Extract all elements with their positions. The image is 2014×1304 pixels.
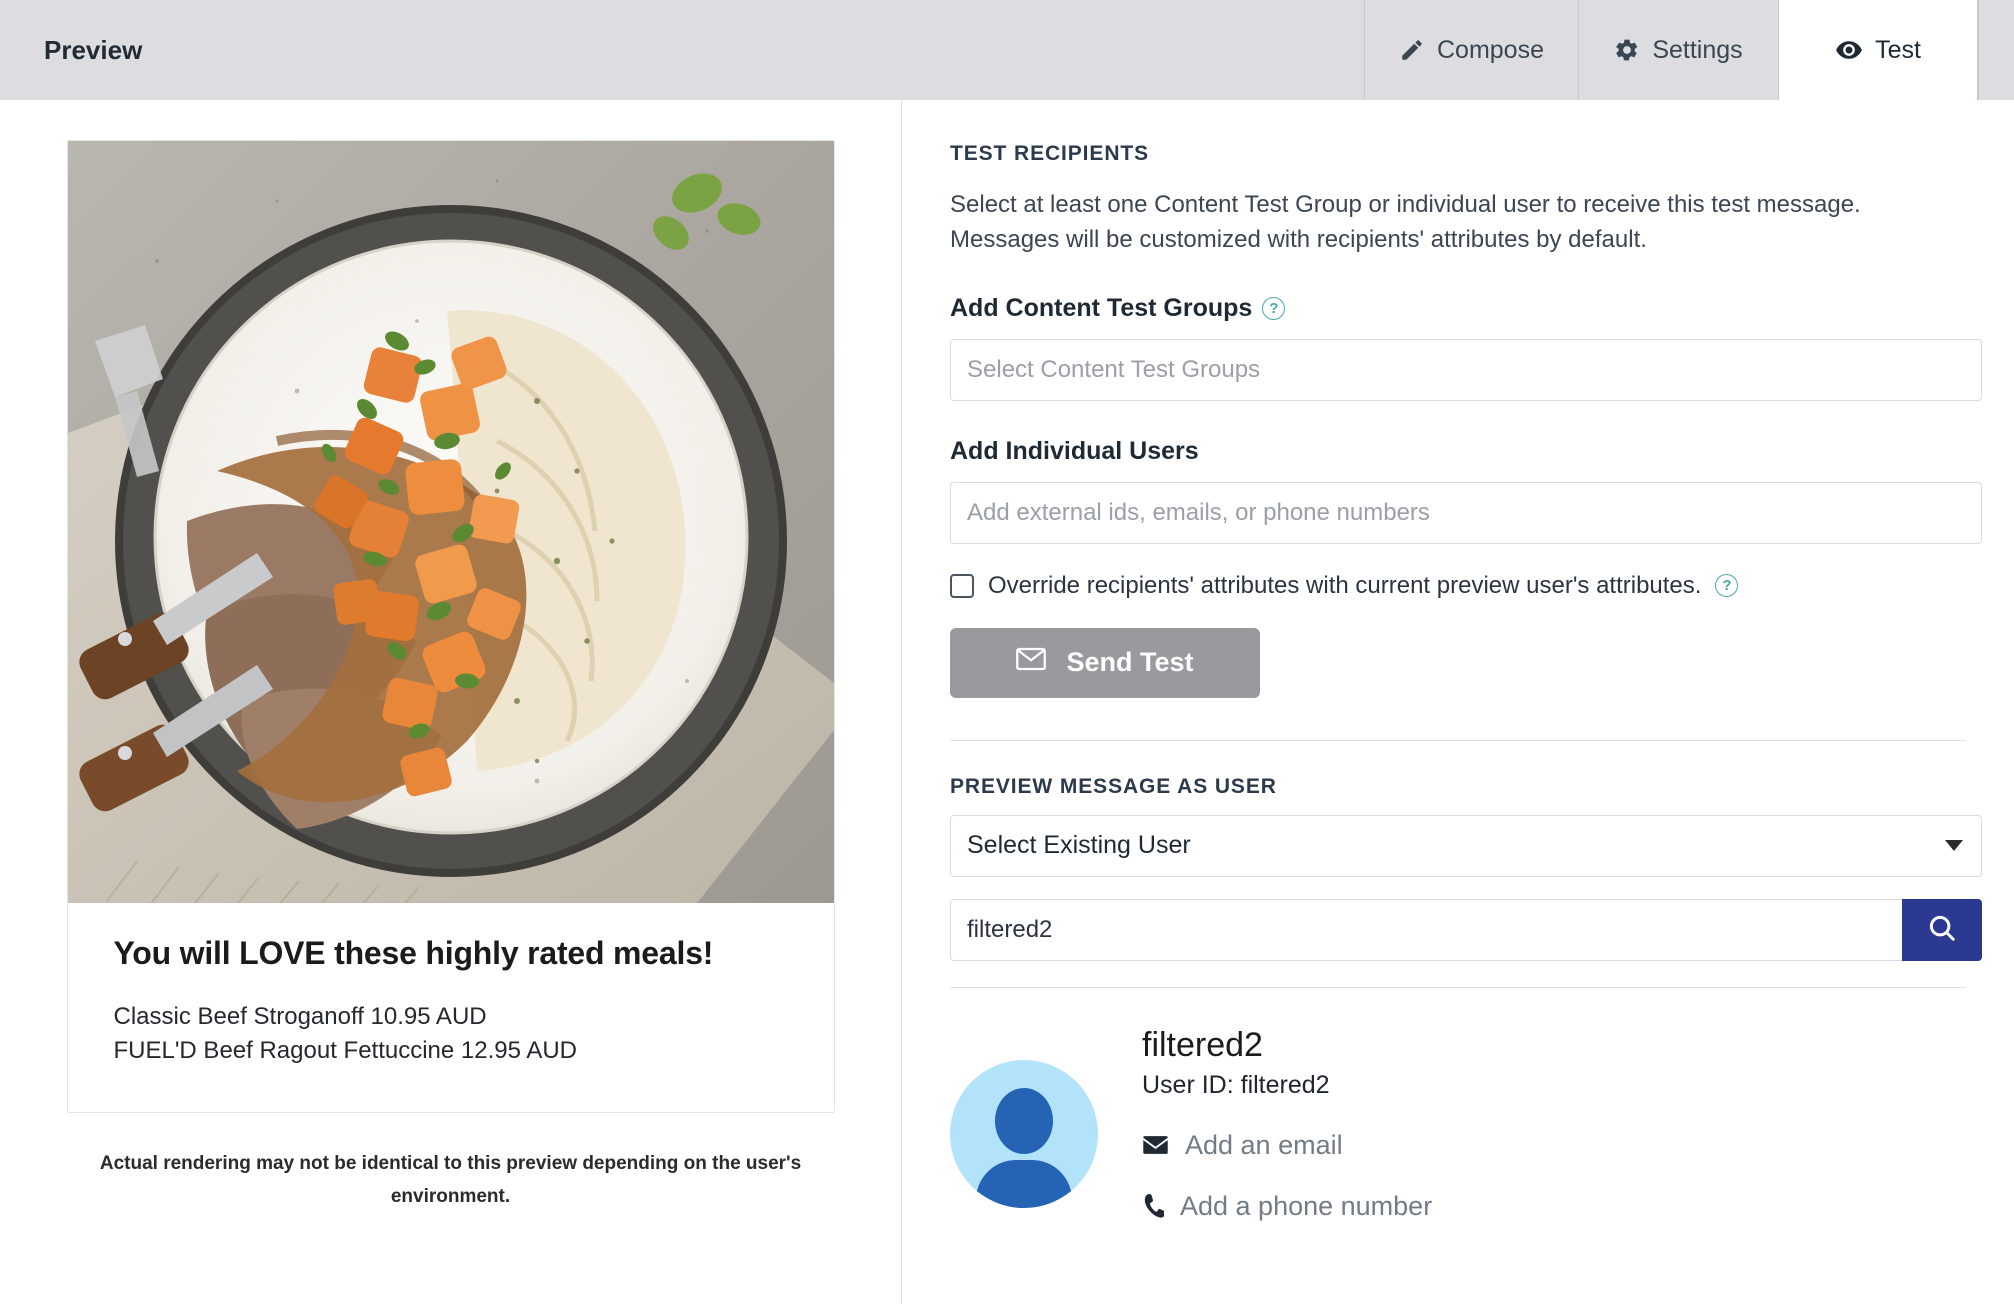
content-test-groups-label: Add Content Test Groups ? [950,294,1966,323]
help-icon[interactable]: ? [1262,296,1286,320]
user-search-row: filtered2 [950,898,1982,961]
add-email-row[interactable]: Add an email [1142,1130,1432,1161]
email-heading: You will LOVE these highly rated meals! [113,935,714,971]
existing-user-select[interactable]: Select Existing User [950,814,1982,877]
preview-as-user-title: PREVIEW MESSAGE AS USER [950,774,1277,798]
eye-icon [1835,36,1863,64]
avatar-shoulders [976,1159,1072,1208]
existing-user-select-value: Select Existing User [967,831,1191,860]
email-preview-pane: You will LOVE these highly rated meals! … [0,100,902,1304]
tab-test[interactable]: Test [1778,0,1978,100]
content-test-groups-input[interactable]: Select Content Test Groups [950,338,1982,401]
tab-bar: Compose Settings Test [1364,0,2014,100]
main-body: You will LOVE these highly rated meals! … [0,100,2014,1304]
test-pane: TEST RECIPIENTS Select at least one Cont… [902,100,2014,1304]
user-result-name: filtered2 [1142,1025,1263,1064]
gear-icon [1614,37,1640,63]
send-test-button-label: Send Test [1066,647,1194,678]
tab-compose[interactable]: Compose [1364,0,1578,100]
tab-settings[interactable]: Settings [1578,0,1778,100]
individual-users-input[interactable]: Add external ids, emails, or phone numbe… [950,481,1982,544]
envelope-icon [1016,647,1047,678]
user-result-info: filtered2 User ID: filtered2 Add an emai… [1142,1022,1432,1222]
user-result-card[interactable]: filtered2 User ID: filtered2 Add an emai… [902,988,2014,1222]
tab-bar-trailing-spacer [1978,0,2014,100]
add-phone-row[interactable]: Add a phone number [1142,1191,1432,1222]
tab-compose-label: Compose [1437,35,1544,64]
individual-users-label: Add Individual Users [950,437,1966,466]
email-product-line-2: FUEL'D Beef Ragout Fettuccine 12.95 AUD [113,1037,578,1065]
add-email-label: Add an email [1185,1129,1343,1160]
preview-disclaimer: Actual rendering may not be identical to… [99,1153,802,1208]
tab-settings-label: Settings [1652,35,1743,64]
header-bar: Preview Compose Settings Test [0,0,2014,100]
search-icon [1927,913,1957,946]
user-search-button[interactable] [1902,898,1982,961]
content-test-groups-label-text: Add Content Test Groups [950,293,1253,322]
override-attributes-checkbox[interactable] [950,573,974,598]
user-avatar-icon [950,1059,1098,1208]
chevron-down-icon [1945,840,1963,852]
page-title: Preview [44,34,143,65]
email-preview-card: You will LOVE these highly rated meals! … [66,140,835,1114]
preview-as-user-section: PREVIEW MESSAGE AS USER Select Existing … [902,741,2014,988]
test-recipients-description: Select at least one Content Test Group o… [950,191,1861,253]
add-phone-label: Add a phone number [1180,1190,1433,1221]
user-search-input[interactable]: filtered2 [950,898,1902,961]
pencil-icon [1399,37,1425,63]
phone-icon [1142,1193,1164,1219]
preview-test-app: Preview Compose Settings Test You will L… [0,0,2014,1304]
email-product-lines: Classic Beef Stroganoff 10.95 AUD FUEL'D… [114,1000,788,1068]
test-recipients-section: TEST RECIPIENTS Select at least one Cont… [902,100,2014,741]
email-body: You will LOVE these highly rated meals! … [68,903,834,1112]
email-product-line-1: Classic Beef Stroganoff 10.95 AUD [113,1002,487,1030]
envelope-icon [1142,1135,1169,1155]
override-attributes-label: Override recipients' attributes with cur… [988,571,1702,599]
avatar-head [995,1087,1053,1154]
individual-users-label-text: Add Individual Users [950,436,1199,465]
override-attributes-row[interactable]: Override recipients' attributes with cur… [950,572,1966,600]
help-icon[interactable]: ? [1715,574,1739,598]
tab-test-label: Test [1875,35,1921,64]
send-test-button[interactable]: Send Test [950,627,1260,698]
user-result-id: User ID: filtered2 [1142,1070,1330,1099]
test-recipients-title: TEST RECIPIENTS [950,142,1150,165]
hero-food-image [67,141,834,903]
